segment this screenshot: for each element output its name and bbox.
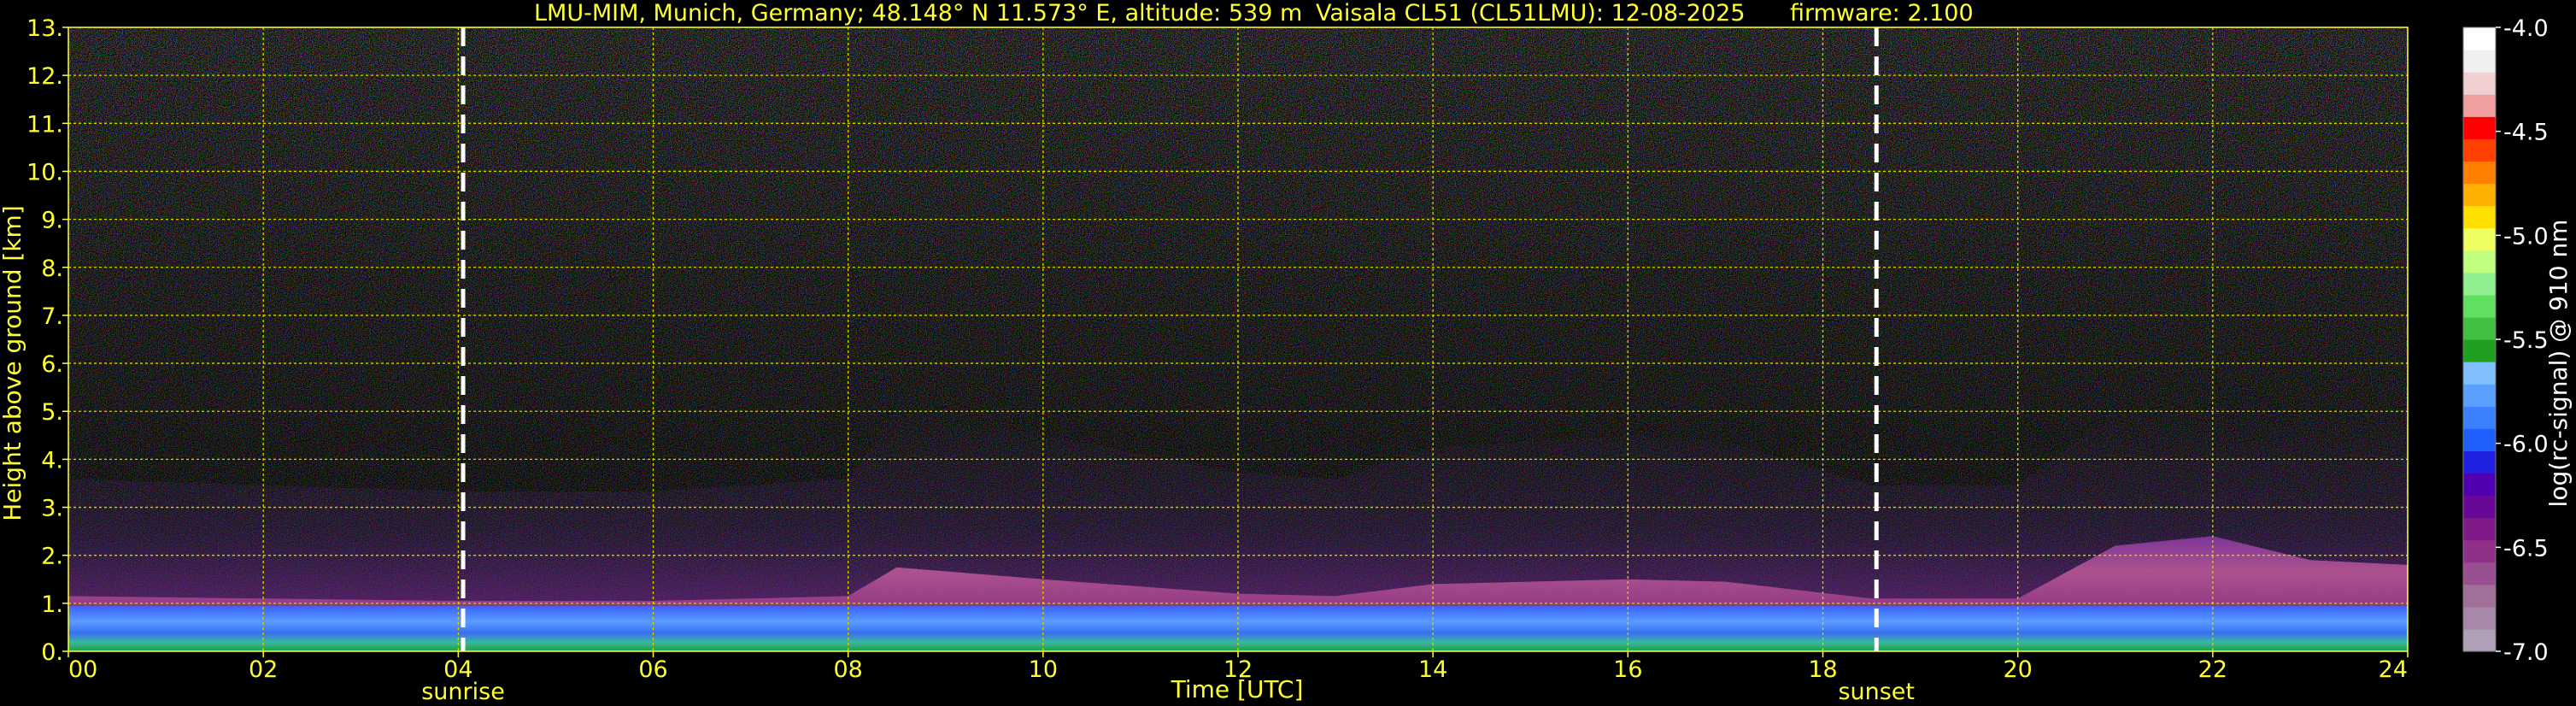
colorbar-tick-label: -5.0 [2503, 223, 2549, 250]
x-tick-label: 22 [2198, 656, 2227, 683]
x-axis-label: Time [UTC] [1171, 675, 1304, 703]
colorbar-segment [2463, 294, 2496, 318]
colorbar-segment [2463, 50, 2496, 73]
x-tick-label: 10 [1029, 656, 1058, 683]
colorbar-segment [2463, 205, 2496, 229]
colorbar-segment [2463, 227, 2496, 251]
colorbar-segment [2463, 384, 2496, 407]
y-tick-label: 3. [41, 496, 63, 522]
colorbar-segment [2463, 495, 2496, 519]
y-tick-label: 13. [26, 15, 63, 42]
colorbar-segment [2463, 72, 2496, 95]
colorbar-tick-label: -4.0 [2503, 15, 2549, 42]
chart-title-instrument: Vaisala CL51 (CL51LMU): 12-08-2025 [1316, 0, 1746, 26]
marker-label-sunrise: sunrise [421, 679, 505, 705]
colorbar-tick-label: -7.0 [2503, 639, 2549, 666]
colorbar-segment [2463, 628, 2496, 652]
y-axis: 0. 1. 2. 3. 4. 5. 6. 7. 8. 9. 10. 11. 12. 13. [26, 15, 68, 666]
colorbar-segment [2463, 539, 2496, 563]
y-axis-label: Height above ground [km] [0, 205, 26, 521]
colorbar-segment [2463, 584, 2496, 608]
x-tick-label: 14 [1418, 656, 1447, 683]
colorbar-segment [2463, 138, 2496, 162]
ceilometer-chart: 00 02 04 06 08 10 12 14 16 18 20 22 24 0.1.2.3.4.5.6… [0, 0, 2573, 705]
marker-label-sunset: sunset [1838, 679, 1915, 705]
y-tick-label: 4. [41, 447, 63, 474]
chart-title-firmware: firmware: 2.100 [1790, 0, 1974, 26]
x-tick-label: 00 [68, 656, 97, 683]
colorbar-segment [2463, 183, 2496, 207]
x-tick-label: 02 [249, 656, 278, 683]
colorbar-segment [2463, 94, 2496, 117]
x-tick-label: 08 [833, 656, 862, 683]
colorbar-tick-label: -6.5 [2503, 535, 2549, 562]
colorbar-label: log(rc-signal) @ 910 nm [2544, 220, 2573, 508]
colorbar-segment [2463, 562, 2496, 585]
colorbar-segment [2463, 161, 2496, 185]
colorbar-segment [2463, 116, 2496, 139]
colorbar-segment [2463, 428, 2496, 451]
colorbar-segment [2463, 450, 2496, 474]
heatmap-field [68, 27, 2408, 651]
colorbar-tick-label: -4.5 [2503, 120, 2549, 146]
y-tick-label: 7. [41, 303, 63, 330]
colorbar [2462, 26, 2497, 652]
colorbar-segment [2463, 250, 2496, 274]
y-tick-label: 10. [26, 159, 63, 185]
colorbar-segment [2463, 362, 2496, 385]
colorbar-segment [2463, 473, 2496, 497]
y-tick-label: 8. [41, 256, 63, 282]
x-tick-label: 20 [2003, 656, 2032, 683]
colorbar-segment [2463, 27, 2496, 50]
chart-title-location: LMU-MIM, Munich, Germany; 48.148° N 11.5… [534, 0, 1302, 26]
colorbar-ticks: -4.0 -4.5 -5.0 -5.5 -6.0 -6.5 -7.0 [2496, 15, 2549, 666]
y-tick-label: 12. [26, 63, 63, 90]
x-tick-label: 18 [1808, 656, 1837, 683]
x-tick-label: 16 [1613, 656, 1642, 683]
colorbar-segment [2463, 339, 2496, 362]
colorbar-segment [2463, 606, 2496, 630]
colorbar-segment [2463, 316, 2496, 340]
y-tick-label: 2. [41, 544, 63, 570]
y-tick-label: 0. [41, 639, 63, 666]
colorbar-segment [2463, 517, 2496, 541]
x-tick-label: 24 [2379, 656, 2408, 683]
y-tick-label: 9. [41, 208, 63, 234]
colorbar-segment [2463, 272, 2496, 296]
y-tick-label: 6. [41, 351, 63, 378]
y-tick-label: 1. [41, 591, 63, 618]
colorbar-tick-label: -6.0 [2503, 432, 2549, 458]
y-tick-label: 5. [41, 399, 63, 426]
colorbar-segment [2463, 406, 2496, 429]
colorbar-tick-label: -5.5 [2503, 327, 2549, 354]
y-tick-label: 11. [26, 111, 63, 138]
x-tick-label: 06 [638, 656, 667, 683]
